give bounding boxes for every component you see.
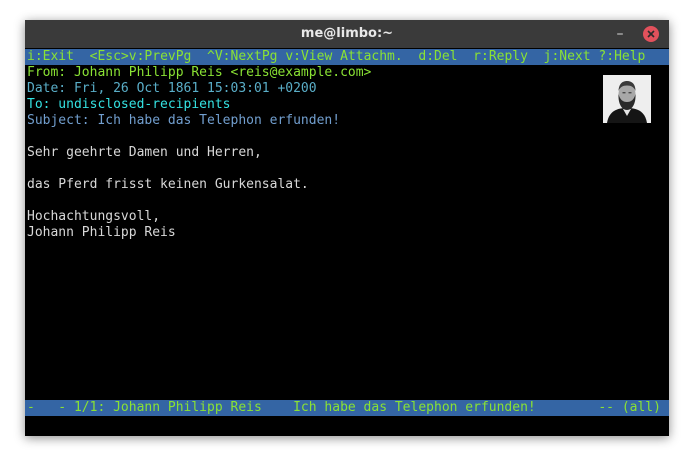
- help-item-next[interactable]: j:Next: [544, 49, 591, 64]
- terminal-window: me@limbo:~ – i:Exit <Esc>v:PrevPg ^V:Nex…: [25, 20, 669, 436]
- header-to: To: undisclosed-recipients: [27, 97, 231, 112]
- help-item-view-attachments[interactable]: v:View Attachm.: [285, 49, 402, 64]
- help-bar: i:Exit <Esc>v:PrevPg ^V:NextPg v:View At…: [25, 49, 669, 65]
- close-icon[interactable]: [643, 26, 659, 42]
- help-item-exit[interactable]: i:Exit: [27, 49, 74, 64]
- header-from: From: Johann Philipp Reis <reis@example.…: [27, 65, 372, 80]
- body-signature: Johann Philipp Reis: [27, 225, 176, 240]
- body-greeting: Sehr geehrte Damen und Herren,: [27, 145, 262, 160]
- body-text: das Pferd frisst keinen Gurkensalat.: [27, 177, 309, 192]
- header-date: Date: Fri, 26 Oct 1861 15:03:01 +0200: [27, 81, 317, 96]
- body-closing: Hochachtungsvoll,: [27, 209, 161, 224]
- help-item-delete[interactable]: d:Del: [418, 49, 457, 64]
- help-item-next-page[interactable]: ^V:NextPg: [207, 49, 277, 64]
- help-item-reply[interactable]: r:Reply: [473, 49, 528, 64]
- help-item-prev-page[interactable]: <Esc>v:PrevPg: [90, 49, 192, 64]
- title-bar[interactable]: me@limbo:~ –: [25, 20, 669, 48]
- header-subject: Subject: Ich habe das Telephon erfunden!: [27, 113, 341, 128]
- avatar: [603, 75, 651, 123]
- window-title: me@limbo:~: [300, 26, 394, 41]
- minimize-icon[interactable]: –: [613, 27, 627, 41]
- terminal-content[interactable]: i:Exit <Esc>v:PrevPg ^V:NextPg v:View At…: [25, 48, 669, 436]
- status-bar: - - 1/1: Johann Philipp Reis Ich habe da…: [25, 400, 669, 416]
- help-item-help[interactable]: ?:Help: [598, 49, 645, 64]
